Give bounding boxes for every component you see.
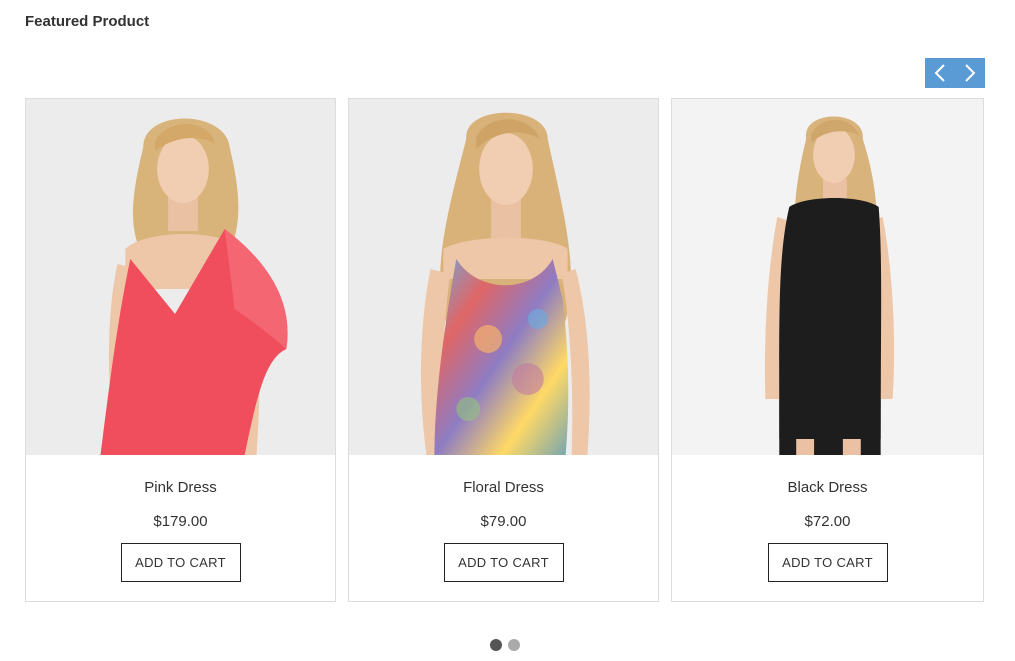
product-image[interactable] [672, 99, 983, 455]
carousel-dot[interactable] [508, 639, 520, 651]
product-name[interactable]: Pink Dress [26, 479, 335, 496]
product-image[interactable] [349, 99, 658, 455]
product-card: Floral Dress $79.00 ADD TO CART [348, 98, 659, 602]
carousel-prev-button[interactable] [925, 58, 955, 88]
carousel-pagination [490, 639, 520, 651]
carousel-nav [925, 58, 985, 88]
product-image[interactable] [26, 99, 335, 455]
add-to-cart-button[interactable]: ADD TO CART [443, 543, 564, 582]
product-card: Black Dress $72.00 ADD TO CART [671, 98, 984, 602]
product-price: $79.00 [480, 513, 527, 530]
carousel-next-button[interactable] [955, 58, 985, 88]
add-to-cart-button[interactable]: ADD TO CART [767, 543, 888, 582]
product-price: $72.00 [804, 513, 851, 530]
product-photo-floral-dress [349, 99, 658, 455]
product-name[interactable]: Floral Dress [349, 479, 658, 496]
product-name[interactable]: Black Dress [672, 479, 983, 496]
product-photo-black-dress [672, 99, 983, 455]
product-photo-pink-dress [26, 99, 335, 455]
carousel-dot-active[interactable] [490, 639, 502, 651]
add-to-cart-button[interactable]: ADD TO CART [120, 543, 241, 582]
section-title: Featured Product [25, 13, 150, 30]
chevron-left-icon [934, 64, 945, 82]
product-price: $179.00 [153, 513, 208, 530]
chevron-right-icon [965, 64, 976, 82]
product-card: Pink Dress $179.00 ADD TO CART [25, 98, 336, 602]
